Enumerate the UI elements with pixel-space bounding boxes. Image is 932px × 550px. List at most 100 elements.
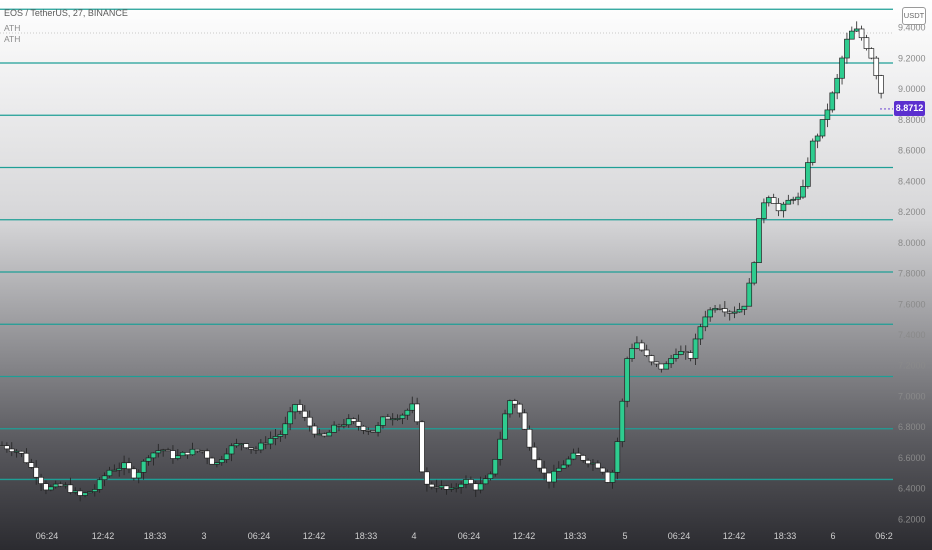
candle-body	[873, 57, 880, 77]
x-tick-label: 6	[830, 531, 835, 541]
x-tick-label: 12:42	[303, 531, 326, 541]
candle-body	[775, 203, 782, 212]
y-tick-label: 9.0000	[898, 84, 926, 94]
candle-body	[306, 416, 313, 427]
candle-body	[526, 428, 533, 448]
candle-body	[687, 352, 694, 359]
candle-body	[726, 311, 733, 314]
y-tick-label: 6.4000	[898, 484, 926, 494]
candle-body	[292, 404, 298, 413]
candle-body	[414, 403, 420, 423]
candle-body	[482, 478, 489, 485]
candle-body	[57, 483, 64, 487]
y-tick-label: 9.2000	[898, 53, 926, 63]
candlestick-chart[interactable]: 9.40009.20009.00008.80008.60008.40008.20…	[0, 0, 932, 550]
candle-body	[809, 140, 816, 163]
x-tick-label: 12:42	[92, 531, 115, 541]
candle-body	[428, 483, 435, 488]
candle-body	[394, 418, 401, 420]
candle-body	[189, 448, 196, 456]
candle-body	[355, 421, 362, 427]
symbol-title: EOS / TetherUS, 27, BINANCE	[4, 8, 128, 18]
candle-body	[717, 308, 723, 310]
x-tick-label: 18:33	[355, 531, 378, 541]
candle-body	[326, 431, 333, 437]
x-tick-label: 06:24	[458, 531, 481, 541]
candle-body	[648, 355, 655, 363]
candle-body	[761, 202, 767, 219]
candle-body	[546, 472, 552, 483]
candle-body	[702, 316, 709, 328]
y-tick-label: 7.0000	[898, 391, 926, 401]
candle-body	[448, 487, 455, 490]
y-tick-label: 8.4000	[898, 176, 926, 186]
currency-button[interactable]: USDT	[902, 7, 926, 25]
candle-body	[438, 485, 445, 489]
y-tick-label: 8.6000	[898, 146, 926, 156]
candle-body	[331, 424, 337, 433]
candle-body	[267, 438, 274, 445]
candle-body	[668, 358, 674, 365]
candle-body	[570, 452, 577, 460]
candle-body	[560, 464, 567, 469]
candle-body	[165, 449, 171, 452]
candle-body	[380, 416, 386, 426]
ath-label: ATH	[4, 34, 21, 44]
y-tick-label: 7.8000	[898, 269, 926, 279]
candle-body	[179, 452, 186, 457]
candle-body	[336, 424, 342, 427]
candle-body	[468, 479, 474, 485]
x-tick-label: 06:2	[875, 531, 893, 541]
candle-body	[106, 469, 113, 477]
candle-body	[512, 400, 518, 405]
candle-body	[223, 453, 230, 460]
candle-body	[824, 109, 831, 120]
candle-body	[551, 470, 557, 483]
candle-body	[580, 455, 587, 461]
candle-body	[248, 447, 254, 450]
y-tick-label: 7.4000	[898, 330, 926, 340]
candle-body	[199, 450, 206, 453]
candle-body	[350, 418, 357, 422]
candle-body	[18, 450, 25, 454]
y-tick-label: 6.8000	[898, 422, 926, 432]
x-tick-label: 06:24	[668, 531, 691, 541]
candle-body	[0, 445, 5, 447]
candle-body	[62, 484, 69, 487]
x-tick-label: 06:24	[248, 531, 271, 541]
x-tick-label: 18:33	[144, 531, 167, 541]
candle-body	[150, 452, 157, 459]
candle-body	[682, 351, 689, 353]
candle-body	[48, 486, 54, 491]
candle-body	[419, 421, 425, 473]
candle-body	[643, 349, 650, 356]
candle-body	[341, 424, 347, 427]
candle-body	[209, 457, 215, 465]
candle-body	[707, 309, 713, 318]
y-tick-label: 8.8000	[898, 115, 926, 125]
candle-body	[111, 469, 118, 472]
candle-body	[800, 186, 806, 198]
candle-body	[731, 311, 738, 314]
candle-body	[722, 308, 728, 313]
candle-body	[360, 425, 367, 431]
candle-body	[819, 119, 826, 137]
candle-body	[487, 473, 494, 479]
candle-body	[135, 472, 142, 479]
candle-body	[599, 467, 606, 473]
candle-body	[844, 38, 850, 59]
candle-body	[536, 459, 543, 469]
candle-body	[834, 77, 840, 94]
candle-body	[590, 462, 596, 465]
candle-body	[409, 403, 416, 411]
candle-body	[101, 475, 108, 481]
candle-body	[614, 441, 621, 473]
candle-body	[472, 483, 479, 491]
candle-body	[399, 414, 406, 419]
candle-body	[23, 452, 30, 463]
candle-body	[170, 450, 176, 459]
candle-body	[389, 418, 396, 421]
candle-body	[370, 430, 376, 433]
candle-body	[385, 416, 391, 420]
candle-body	[697, 326, 704, 340]
